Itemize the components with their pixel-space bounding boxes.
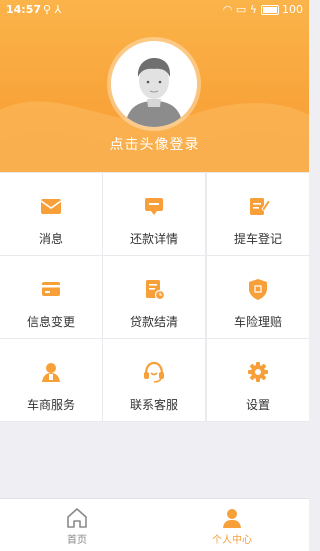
menu-item-label: 还款详情: [129, 232, 178, 246]
bottom-tab-bar: 首页 个人中心: [0, 498, 309, 551]
menu-item-label: 设置: [245, 398, 270, 412]
gear-icon: [248, 362, 268, 382]
menu-item-info-change[interactable]: 信息变更: [0, 256, 102, 338]
status-time: 14:57: [6, 3, 42, 16]
avatar[interactable]: [111, 41, 197, 127]
card-icon: [42, 282, 60, 296]
chat-card-icon: [145, 198, 163, 215]
usb-icon: ⚲ ⅄: [43, 3, 62, 16]
envelope-icon: [40, 199, 62, 214]
charging-icon: ϟ: [249, 3, 257, 16]
menu-item-label: 消息: [38, 232, 63, 246]
tab-label: 个人中心: [212, 535, 252, 546]
user-icon: [223, 509, 241, 528]
tab-home[interactable]: 首页: [0, 499, 154, 551]
status-bar: 14:57 ⚲ ⅄ ◠ ▭ ϟ 100: [0, 0, 309, 20]
menu-grid: 消息 还款详情 提车登记 信息变更 贷款结清 车险理赔 车商服务 联系客服 设置: [0, 172, 309, 422]
status-right: ◠ ▭ ϟ 100: [223, 0, 303, 20]
login-prompt[interactable]: 点击头像登录: [0, 134, 309, 154]
shield-icon: [249, 279, 267, 300]
screen-icon: ▭: [235, 3, 247, 16]
menu-item-label: 联系客服: [129, 398, 178, 412]
default-avatar-icon: [111, 41, 197, 127]
menu-item-loan-settlement[interactable]: 贷款结清: [103, 256, 205, 338]
menu-item-messages[interactable]: 消息: [0, 173, 102, 255]
headset-icon: [144, 361, 164, 383]
battery-level: 100: [282, 3, 303, 16]
menu-item-settings[interactable]: 设置: [207, 339, 309, 421]
profile-header: 14:57 ⚲ ⅄ ◠ ▭ ϟ 100 点击头像登录: [0, 0, 309, 172]
menu-item-label: 车商服务: [26, 398, 75, 412]
dealer-person-icon: [42, 363, 60, 382]
menu-item-label: 车险理赔: [233, 315, 282, 329]
tab-profile[interactable]: 个人中心: [155, 499, 309, 551]
tab-label: 首页: [67, 535, 87, 546]
menu-item-repayment-details[interactable]: 还款详情: [103, 173, 205, 255]
menu-item-dealer-services[interactable]: 车商服务: [0, 339, 102, 421]
menu-item-pickup-registration[interactable]: 提车登记: [207, 173, 309, 255]
menu-item-label: 提车登记: [233, 232, 282, 246]
document-clock-icon: [146, 280, 166, 301]
menu-item-insurance-claims[interactable]: 车险理赔: [207, 256, 309, 338]
menu-item-label: 信息变更: [26, 315, 75, 329]
menu-item-contact-support[interactable]: 联系客服: [103, 339, 205, 421]
wifi-icon: ◠: [222, 3, 233, 16]
home-icon: [67, 508, 87, 528]
menu-item-label: 贷款结清: [129, 315, 178, 329]
register-icon: [250, 198, 271, 215]
battery-icon: [260, 5, 279, 15]
